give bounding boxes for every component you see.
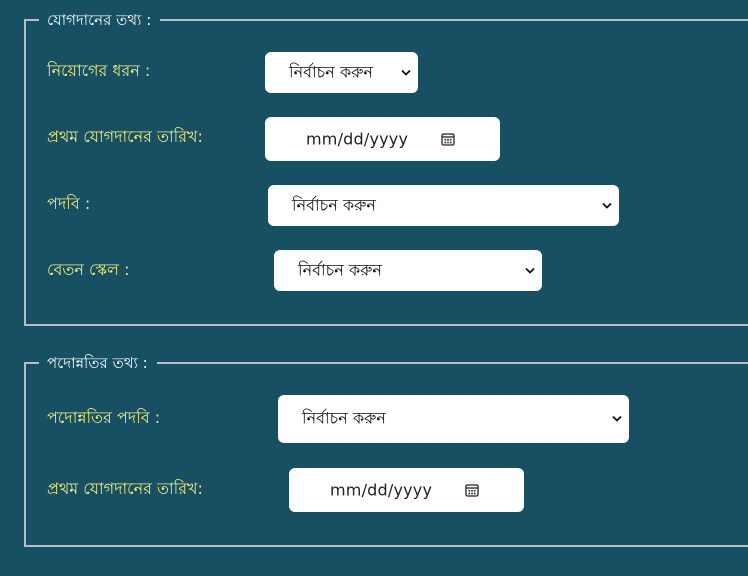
pay-scale-label: বেতন স্কেল : (47, 260, 130, 279)
joining-info-legend: যোগদানের তথ্য : (47, 11, 152, 29)
appointment-type-selected: নির্বাচন করুন (289, 62, 373, 81)
pay-scale-selected: নির্বাচন করুন (298, 260, 382, 279)
promotion-first-joining-date-input[interactable]: mm/dd/yyyy (289, 468, 524, 512)
chevron-down-icon (602, 202, 612, 209)
calendar-icon[interactable] (441, 132, 455, 146)
promotion-first-joining-date-label: প্রথম যোগদানের তারিখ: (47, 479, 203, 498)
chevron-down-icon (401, 69, 411, 76)
first-joining-date-input[interactable]: mm/dd/yyyy (265, 117, 500, 161)
promotion-designation-select[interactable]: নির্বাচন করুন (278, 395, 629, 443)
promotion-designation-selected: নির্বাচন করুন (302, 408, 386, 428)
appointment-type-label: নিয়োগের ধরন : (47, 61, 151, 80)
pay-scale-select[interactable]: নির্বাচন করুন (274, 250, 542, 291)
first-joining-date-placeholder: mm/dd/yyyy (306, 129, 409, 149)
promotion-info-legend: পদোন্নতির তথ্য : (47, 354, 148, 372)
first-joining-date-label: প্রথম যোগদানের তারিখ: (47, 127, 203, 146)
chevron-down-icon (612, 415, 622, 422)
chevron-down-icon (525, 267, 535, 274)
promotion-first-joining-date-placeholder: mm/dd/yyyy (330, 480, 433, 500)
appointment-type-select[interactable]: নির্বাচন করুন (265, 52, 418, 93)
designation-selected: নির্বাচন করুন (292, 195, 376, 214)
promotion-info-section: পদোন্নতির তথ্য : (24, 355, 748, 547)
designation-label: পদবি : (47, 194, 91, 213)
calendar-icon[interactable] (465, 483, 479, 497)
promotion-designation-label: পদোন্নতির পদবি : (47, 408, 161, 427)
designation-select[interactable]: নির্বাচন করুন (268, 185, 619, 226)
